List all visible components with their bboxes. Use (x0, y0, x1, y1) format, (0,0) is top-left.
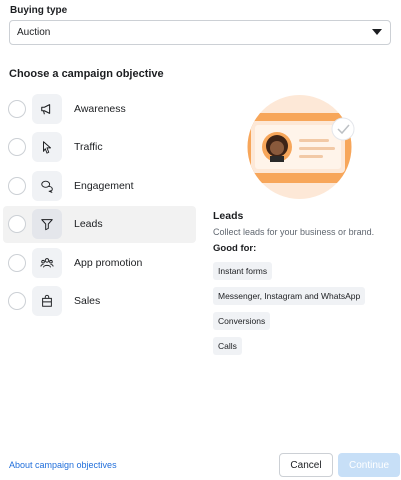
radio-awareness[interactable] (8, 99, 26, 118)
people-icon (40, 258, 54, 268)
icon-box (32, 132, 62, 163)
icon-box (32, 209, 62, 240)
tag-conversions: Conversions (213, 312, 271, 330)
radio-sales[interactable] (8, 292, 26, 311)
radio-app-promotion[interactable] (8, 253, 26, 272)
objective-awareness[interactable]: Awareness (3, 90, 196, 127)
section-title: Choose a campaign objective (9, 68, 164, 80)
tag-list: Instant forms Messenger, Instagram and W… (213, 261, 398, 361)
cancel-button[interactable]: Cancel (279, 453, 333, 477)
icon-box (32, 170, 62, 201)
radio-traffic[interactable] (8, 138, 26, 157)
objective-label: Traffic (74, 141, 103, 154)
icon-box (32, 247, 62, 278)
caret-down-icon (372, 29, 382, 35)
objective-label: App promotion (74, 256, 143, 269)
buying-type-value: Auction (17, 27, 51, 38)
radio-leads[interactable] (8, 215, 26, 234)
detail-title: Leads (213, 210, 244, 222)
chat-bubbles-icon (41, 180, 53, 193)
objective-app-promotion[interactable]: App promotion (3, 244, 196, 281)
icon-box (32, 93, 62, 124)
detail-description: Collect leads for your business or brand… (213, 227, 375, 237)
tag-instant-forms: Instant forms (213, 262, 273, 280)
buying-type-select[interactable]: Auction (9, 20, 391, 45)
objective-label: Awareness (74, 102, 126, 115)
objective-label: Engagement (74, 179, 134, 192)
tag-calls: Calls (213, 337, 242, 355)
objective-sales[interactable]: Sales (3, 283, 196, 320)
objective-traffic[interactable]: Traffic (3, 129, 196, 166)
buying-type-label: Buying type (10, 5, 68, 16)
radio-engagement[interactable] (8, 176, 26, 195)
objective-engagement[interactable]: Engagement (3, 167, 196, 204)
tag-messaging: Messenger, Instagram and WhatsApp (213, 287, 366, 305)
about-objectives-link[interactable]: About campaign objectives (9, 460, 117, 470)
objective-label: Leads (74, 218, 103, 231)
shopping-bag-icon (42, 295, 52, 308)
objective-leads[interactable]: Leads (3, 205, 196, 243)
cursor-icon (43, 141, 51, 154)
objective-label: Sales (74, 295, 101, 308)
leads-illustration (247, 95, 355, 199)
continue-button[interactable]: Continue (338, 453, 400, 477)
icon-box (32, 286, 62, 317)
objective-list: Awareness Traffic Engagement Leads App p… (3, 90, 196, 322)
funnel-icon (41, 219, 53, 231)
megaphone-icon (41, 103, 51, 114)
good-for-label: Good for: (213, 243, 257, 254)
